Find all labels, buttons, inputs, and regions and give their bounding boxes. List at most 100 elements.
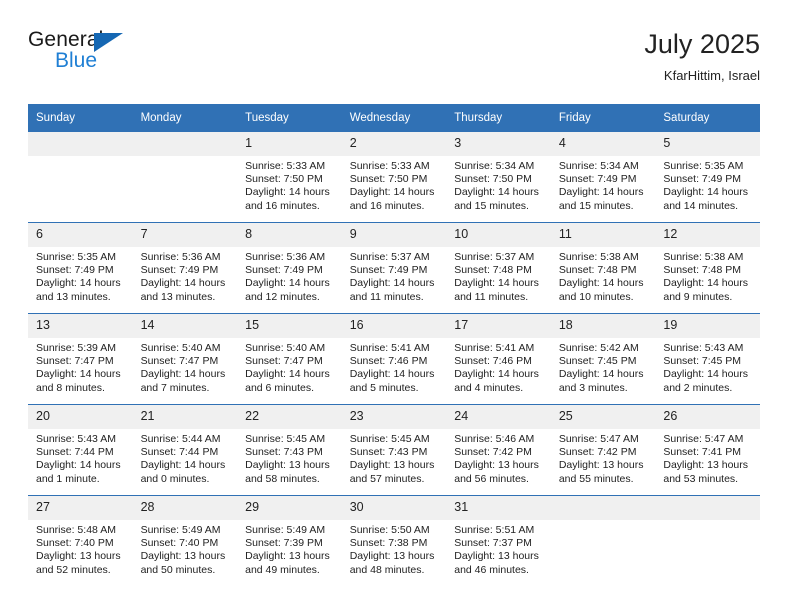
calendar-day-cell[interactable]: 2 Sunrise: 5:33 AM Sunset: 7:50 PM Daylight… [341,132,447,223]
day-cell-content: 17 Sunrise: 5:41 AM Sunset: 7:46 PM Dayligh… [446,314,551,404]
day-sunset-line: Sunset: 7:47 PM [36,355,114,368]
day-daylight2-line: and 0 minutes. [140,472,210,485]
day-sunset-line: Sunset: 7:44 PM [140,446,219,459]
general-blue-logo[interactable]: General Blue [28,28,148,84]
day-sunrise-line: Sunrise: 5:44 AM [140,433,221,445]
day-sun-info: Sunrise: 5:37 AM Sunset: 7:49 PM Daylight:… [342,247,447,304]
day-daylight1-line: Daylight: 13 hours [245,459,330,472]
day-sunrise-line: Sunrise: 5:45 AM [245,433,326,445]
logo-triangle-icon [94,33,123,52]
day-cell-content: 24 Sunrise: 5:46 AM Sunset: 7:42 PM Dayligh… [446,405,551,495]
page-title: July 2025 [644,29,760,59]
day-sunrise-line: Sunrise: 5:33 AM [245,160,326,172]
weekday-header-monday: Monday [132,104,238,132]
calendar-day-cell[interactable]: 1 Sunrise: 5:33 AM Sunset: 7:50 PM Daylight… [237,132,342,223]
day-sunrise-line: Sunrise: 5:43 AM [36,433,116,445]
day-sunset-line: Sunset: 7:49 PM [36,264,114,277]
day-number [655,496,760,520]
day-daylight2-line: and 15 minutes. [558,199,634,212]
day-sunrise-line: Sunrise: 5:49 AM [140,524,221,536]
day-number: 22 [237,405,342,429]
day-sunrise-line: Sunrise: 5:36 AM [140,251,221,263]
day-sunset-line: Sunset: 7:46 PM [349,355,428,368]
day-sun-info: Sunrise: 5:41 AM Sunset: 7:46 PM Daylight:… [446,338,551,395]
day-cell-content: 31 Sunrise: 5:51 AM Sunset: 7:37 PM Dayligh… [446,496,551,586]
calendar-week-row: 1 Sunrise: 5:33 AM Sunset: 7:50 PM Daylight… [28,132,760,223]
calendar-day-cell[interactable]: 20 Sunrise: 5:43 AM Sunset: 7:44 PM Dayligh… [28,404,133,496]
weekday-header-friday: Friday [550,104,656,132]
calendar-day-cell[interactable]: 5 Sunrise: 5:35 AM Sunset: 7:49 PM Daylight… [655,132,760,223]
day-daylight2-line: and 53 minutes. [663,472,739,485]
day-sunrise-line: Sunrise: 5:34 AM [454,160,535,172]
calendar-day-cell[interactable]: 19 Sunrise: 5:43 AM Sunset: 7:45 PM Dayligh… [655,313,760,405]
day-sunrise-line: Sunrise: 5:34 AM [558,160,639,172]
day-daylight2-line: and 12 minutes. [245,290,320,303]
day-daylight2-line: and 5 minutes. [349,381,419,394]
day-cell-content: 22 Sunrise: 5:45 AM Sunset: 7:43 PM Dayligh… [237,405,342,495]
day-sunset-line: Sunset: 7:43 PM [349,446,428,459]
day-daylight2-line: and 13 minutes. [140,290,216,303]
sunrise-sunset-calendar: Sunday Monday Tuesday Wednesday Thursday… [28,104,760,586]
day-daylight1-line: Daylight: 13 hours [349,550,435,563]
day-daylight2-line: and 4 minutes. [454,381,524,394]
calendar-day-cell[interactable]: 21 Sunrise: 5:44 AM Sunset: 7:44 PM Dayligh… [132,404,238,496]
calendar-day-cell[interactable]: 15 Sunrise: 5:40 AM Sunset: 7:47 PM Dayligh… [237,313,342,405]
day-sunset-line: Sunset: 7:47 PM [140,355,219,368]
day-number: 11 [550,223,656,247]
calendar-day-cell[interactable]: 31 Sunrise: 5:51 AM Sunset: 7:37 PM Dayligh… [446,495,551,586]
day-number: 5 [655,132,760,156]
day-cell-content: 3 Sunrise: 5:34 AM Sunset: 7:50 PM Daylight… [446,132,551,222]
calendar-day-cell[interactable]: 10 Sunrise: 5:37 AM Sunset: 7:48 PM Dayligh… [446,222,551,314]
calendar-day-cell[interactable]: 17 Sunrise: 5:41 AM Sunset: 7:46 PM Dayligh… [446,313,551,405]
day-daylight2-line: and 11 minutes. [454,290,529,303]
calendar-day-cell[interactable]: 11 Sunrise: 5:38 AM Sunset: 7:48 PM Dayligh… [550,222,656,314]
day-sunrise-line: Sunrise: 5:36 AM [245,251,326,263]
day-sunrise-line: Sunrise: 5:37 AM [349,251,430,263]
day-sun-info: Sunrise: 5:43 AM Sunset: 7:44 PM Daylight:… [28,429,133,486]
calendar-day-cell[interactable]: 26 Sunrise: 5:47 AM Sunset: 7:41 PM Dayligh… [655,404,760,496]
day-sunset-line: Sunset: 7:40 PM [140,537,219,550]
day-daylight1-line: Daylight: 14 hours [663,368,749,381]
day-sun-info [28,156,133,160]
day-daylight2-line: and 2 minutes. [663,381,733,394]
location-subtitle: KfarHittim, Israel [663,68,760,83]
calendar-day-cell[interactable]: 14 Sunrise: 5:40 AM Sunset: 7:47 PM Dayligh… [132,313,238,405]
calendar-day-cell[interactable]: 28 Sunrise: 5:49 AM Sunset: 7:40 PM Dayligh… [132,495,238,586]
day-cell-content: 19 Sunrise: 5:43 AM Sunset: 7:45 PM Dayligh… [655,314,760,404]
calendar-day-cell[interactable]: 16 Sunrise: 5:41 AM Sunset: 7:46 PM Dayligh… [341,313,447,405]
calendar-day-cell[interactable]: 29 Sunrise: 5:49 AM Sunset: 7:39 PM Dayligh… [237,495,342,586]
calendar-day-cell[interactable]: 9 Sunrise: 5:37 AM Sunset: 7:49 PM Daylight… [341,222,447,314]
calendar-day-cell[interactable]: 27 Sunrise: 5:48 AM Sunset: 7:40 PM Dayligh… [28,495,133,586]
day-number: 7 [132,223,238,247]
calendar-day-cell[interactable]: 24 Sunrise: 5:46 AM Sunset: 7:42 PM Dayligh… [446,404,551,496]
weekday-header-saturday: Saturday [655,104,760,132]
day-daylight2-line: and 50 minutes. [140,563,216,576]
calendar-day-cell[interactable]: 23 Sunrise: 5:45 AM Sunset: 7:43 PM Dayligh… [341,404,447,496]
day-daylight1-line: Daylight: 13 hours [36,550,121,563]
day-sunrise-line: Sunrise: 5:35 AM [36,251,116,263]
calendar-day-cell[interactable]: 13 Sunrise: 5:39 AM Sunset: 7:47 PM Dayligh… [28,313,133,405]
calendar-day-cell[interactable]: 30 Sunrise: 5:50 AM Sunset: 7:38 PM Dayligh… [341,495,447,586]
day-number: 28 [132,496,238,520]
calendar-day-cell[interactable]: 6 Sunrise: 5:35 AM Sunset: 7:49 PM Daylight… [28,222,133,314]
calendar-day-cell[interactable]: 8 Sunrise: 5:36 AM Sunset: 7:49 PM Daylight… [237,222,342,314]
calendar-day-cell[interactable]: 22 Sunrise: 5:45 AM Sunset: 7:43 PM Dayligh… [237,404,342,496]
day-number: 1 [237,132,342,156]
calendar-week-row: 6 Sunrise: 5:35 AM Sunset: 7:49 PM Daylight… [28,222,760,314]
day-sun-info: Sunrise: 5:46 AM Sunset: 7:42 PM Daylight:… [446,429,551,486]
calendar-day-cell[interactable]: 4 Sunrise: 5:34 AM Sunset: 7:49 PM Daylight… [550,132,656,223]
day-cell-content: 29 Sunrise: 5:49 AM Sunset: 7:39 PM Dayligh… [237,496,342,586]
calendar-day-cell[interactable]: 18 Sunrise: 5:42 AM Sunset: 7:45 PM Dayligh… [550,313,656,405]
day-sun-info [133,156,238,160]
calendar-day-cell[interactable]: 3 Sunrise: 5:34 AM Sunset: 7:50 PM Daylight… [446,132,551,223]
weekday-header-tuesday: Tuesday [237,104,342,132]
calendar-day-cell[interactable]: 25 Sunrise: 5:47 AM Sunset: 7:42 PM Dayligh… [550,404,656,496]
day-number: 31 [446,496,551,520]
day-cell-content: 25 Sunrise: 5:47 AM Sunset: 7:42 PM Dayligh… [550,405,656,495]
calendar-day-cell[interactable]: 12 Sunrise: 5:38 AM Sunset: 7:48 PM Dayligh… [655,222,760,314]
day-sunset-line: Sunset: 7:50 PM [454,173,532,186]
day-sunset-line: Sunset: 7:42 PM [454,446,532,459]
day-sun-info: Sunrise: 5:36 AM Sunset: 7:49 PM Daylight:… [237,247,342,304]
calendar-day-cell[interactable]: 7 Sunrise: 5:36 AM Sunset: 7:49 PM Daylight… [132,222,238,314]
day-daylight2-line: and 9 minutes. [663,290,733,303]
